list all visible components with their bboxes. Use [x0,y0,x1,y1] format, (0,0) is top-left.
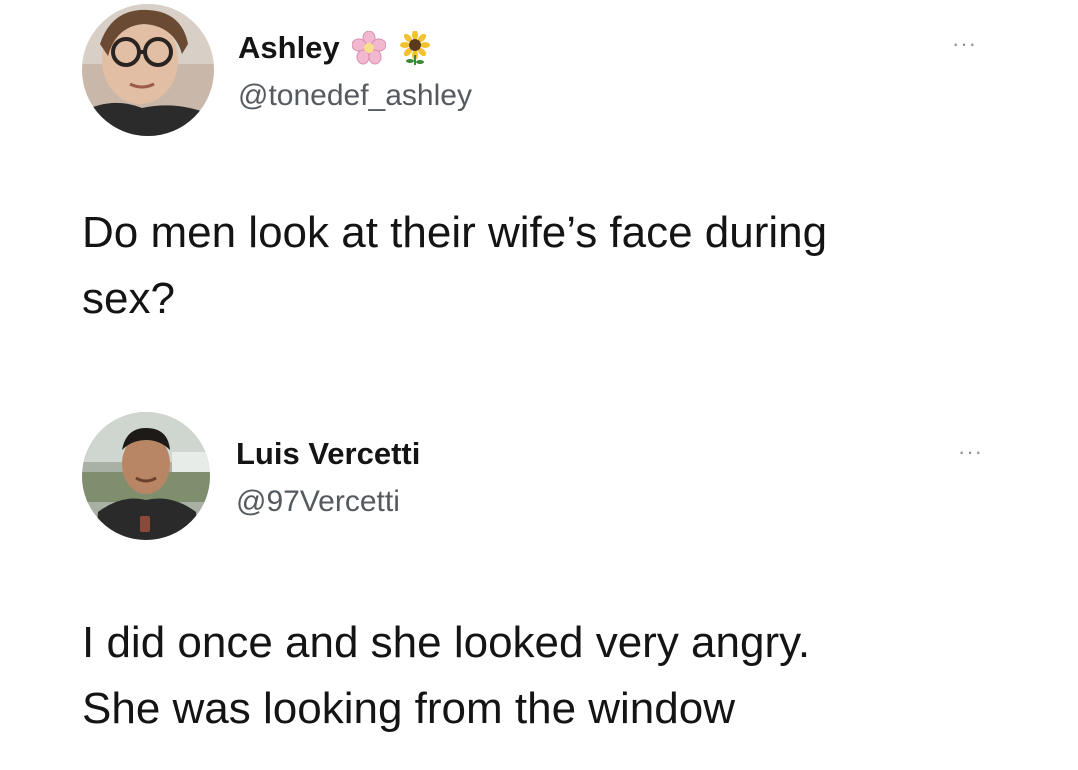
tweet-ashley: Ashley @tonedef_ashley ··· Do men look a… [0,0,1078,390]
tweet-text-line: I did once and she looked very angry. [82,618,811,667]
tweet-text-line: She was looking from the window [82,684,735,733]
tweet-text: Do men look at their wife’s face during … [82,200,1042,332]
avatar[interactable] [82,4,214,136]
tweet-text-line: sex? [82,274,175,323]
avatar-photo [82,4,214,136]
more-options-icon[interactable]: ··· [958,441,983,463]
more-options-icon[interactable]: ··· [952,33,977,55]
tweet-text-line: Do men look at their wife’s face during [82,208,828,257]
tweet-text: I did once and she looked very angry. Sh… [82,610,1042,742]
avatar-photo [82,412,210,540]
sunflower-icon [398,30,432,65]
author-name[interactable]: Luis Vercetti [236,436,420,472]
author-name[interactable]: Ashley [238,30,340,66]
author-row: Ashley [238,28,432,68]
flower-icon [351,30,387,65]
tweet-luis: Luis Vercetti @97Vercetti ··· I did once… [0,400,1078,770]
author-handle[interactable]: @97Vercetti [236,484,400,520]
avatar[interactable] [82,412,210,540]
author-handle[interactable]: @tonedef_ashley [238,78,472,114]
